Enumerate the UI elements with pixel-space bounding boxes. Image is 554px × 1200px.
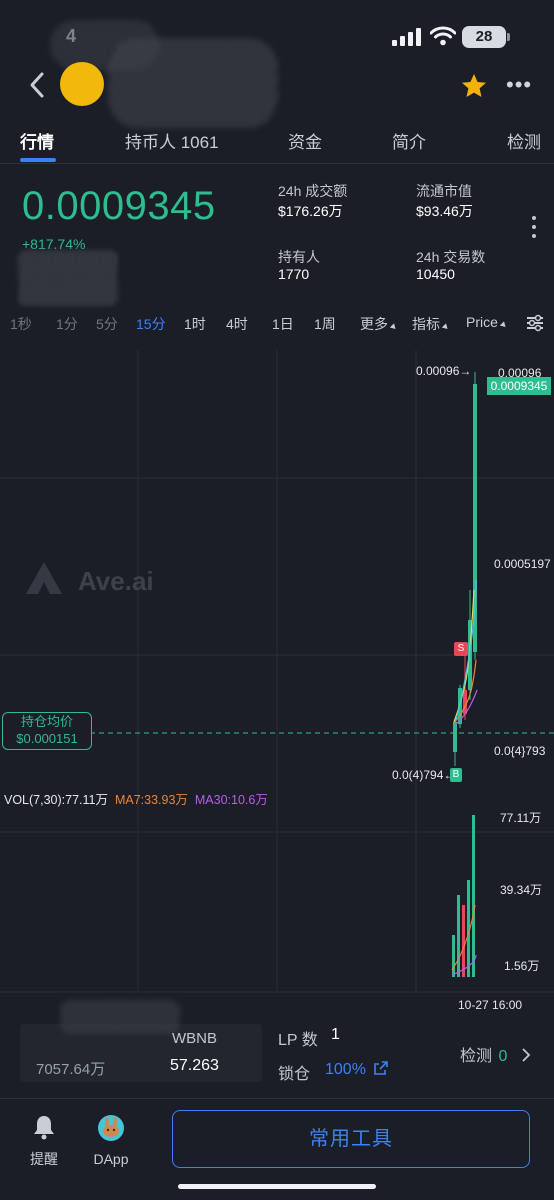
common-tools-button[interactable]: 常用工具 [172,1110,530,1168]
lock-label: 锁仓 [278,1066,311,1083]
cellular-signal-icon [392,28,421,46]
interval-more-dropdown[interactable]: 更多 [360,314,398,334]
lock-value-link[interactable]: 100% [325,1060,389,1079]
tab-market[interactable]: 行情 [20,128,54,153]
bell-icon [34,1116,54,1140]
candle-body [463,690,467,714]
vol-legend-ma7: MA7:33.93万 [114,793,188,807]
interval-5m[interactable]: 5分 [96,314,118,334]
redacted-region [18,250,118,306]
indicator-label: 指标 [412,316,440,332]
tab-bar: 行情 持币人 1061 资金 简介 检测 [0,124,554,164]
avg-tag-value: $0.000151 [16,731,78,746]
chart-high-label: 0.00096→ [416,364,472,378]
redacted-region [60,1000,180,1034]
alert-button[interactable]: 提醒 [24,1114,64,1169]
price-chart[interactable] [0,350,554,1010]
current-price-tag: 0.0009345 [487,377,551,395]
volume-bars [452,815,475,977]
home-indicator[interactable] [178,1184,376,1189]
stat-label-tx-count: 24h 交易数 [416,249,486,265]
vol-axis-mid: 39.34万 [500,883,543,897]
tab-intro[interactable]: 简介 [392,128,426,153]
tab-funds[interactable]: 资金 [288,128,322,153]
chart-watermark: Ave.ai [78,566,154,596]
vol-legend-ma30: MA30:10.6万 [194,793,268,807]
wifi-icon [430,26,456,46]
stat-label-holders: 持有人 [278,249,320,265]
chevron-down-icon [499,321,508,330]
chart-settings-icon[interactable] [526,314,544,332]
chart-low-label: 0.0(4)794← [392,768,456,782]
sell-marker: S [454,642,468,656]
check-count: 0 [498,1048,508,1065]
interval-1w[interactable]: 1周 [314,314,336,334]
time-axis-label: 10-27 16:00 [458,998,523,1012]
volume-legend: VOL(7,30):77.11万 MA7:33.93万 MA30:10.6万 [4,789,268,808]
stats-more-icon[interactable] [530,216,538,246]
volume-bar [452,935,455,977]
lp-pair-name: WBNB [172,1030,217,1047]
check-label: 检测 [460,1048,493,1065]
back-arrow-icon[interactable] [26,70,50,100]
volume-bar [472,815,475,977]
avg-hold-price-tag: 持仓均价 $0.000151 [2,712,92,750]
vol-legend-vol: VOL(7,30):77.11万 [4,793,108,807]
battery-indicator: 28 [462,26,510,48]
lp-token-amount: 7057.64万 [36,1061,106,1078]
volume-bar [457,895,460,977]
stat-label-marketcap: 流通市值 [416,183,472,199]
dapp-label: DApp [93,1151,129,1167]
interval-more-label: 更多 [360,316,388,332]
interval-1s[interactable]: 1秒 [10,314,32,334]
ave-logo-icon [26,562,62,594]
interval-1h[interactable]: 1时 [184,314,206,334]
stat-value-marketcap: $93.46万 [416,203,473,219]
current-price: 0.0009345 [22,184,216,228]
price-mode-dropdown[interactable]: Price [466,314,508,330]
tab-check[interactable]: 检测 [507,128,541,153]
external-link-icon [374,1061,389,1075]
active-tab-indicator [20,158,56,162]
lp-count-label: LP 数 [278,1032,318,1049]
tab-holders[interactable]: 持币人 1061 [125,128,219,153]
vol-axis-top: 77.11万 [500,811,542,825]
buy-marker: B [450,768,462,782]
redacted-token-name [108,38,278,128]
interval-15m[interactable]: 15分 [136,314,166,334]
indicator-dropdown[interactable]: 指标 [412,314,450,334]
axis-label-low: 0.0{4}793 [494,744,546,758]
lp-pair-amount: 57.263 [170,1057,219,1074]
candle-body [453,722,457,752]
more-options-icon[interactable]: ••• [506,72,536,100]
token-logo [60,62,104,106]
price-mode-label: Price [466,314,498,330]
chevron-right-icon [522,1048,531,1062]
stat-value-volume: $176.26万 [278,203,343,219]
pancake-bunny-icon [98,1115,124,1141]
favorite-star-icon[interactable] [460,72,488,100]
avg-tag-title: 持仓均价 [20,714,73,729]
stat-value-holders: 1770 [278,266,310,282]
lp-count-value: 1 [331,1026,340,1043]
axis-label-mid: 0.0005197 [494,557,551,571]
interval-selector: 1秒 1分 5分 15分 1时 4时 1日 1周 更多 指标 Price [0,312,554,336]
lock-value: 100% [325,1061,366,1078]
interval-4h[interactable]: 4时 [226,314,248,334]
alert-label: 提醒 [30,1151,58,1167]
dapp-button[interactable]: DApp [88,1114,134,1167]
chevron-down-icon [389,323,398,332]
stat-value-tx-count: 10450 [416,266,455,282]
interval-1m[interactable]: 1分 [56,314,78,334]
vol-axis-low: 1.56万 [504,959,540,973]
check-link[interactable]: 检测 0 [460,1042,532,1066]
stat-label-volume: 24h 成交额 [278,183,348,199]
interval-1d[interactable]: 1日 [272,314,294,334]
volume-bar [462,905,465,977]
chevron-down-icon [441,323,450,332]
